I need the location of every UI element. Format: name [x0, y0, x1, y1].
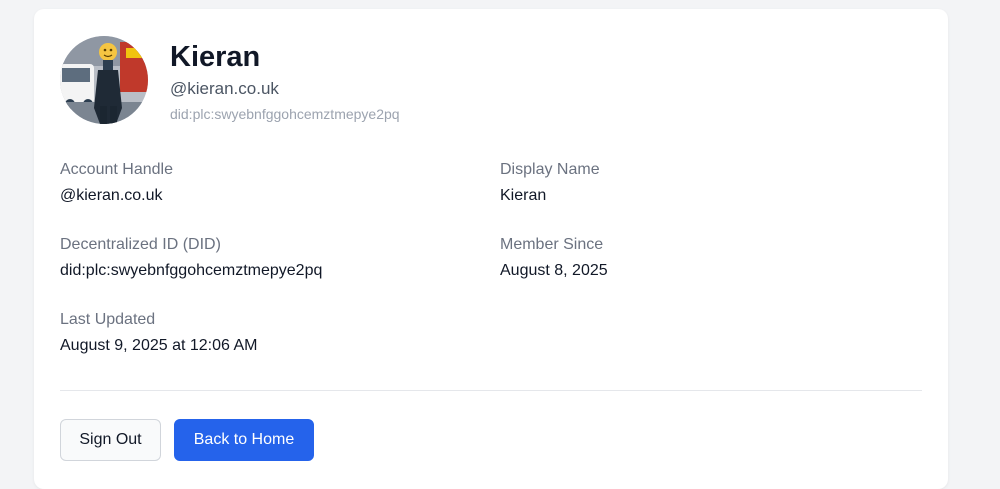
profile-did: did:plc:swyebnfggohcemztmepye2pq	[170, 106, 400, 122]
field-value: Kieran	[500, 187, 547, 204]
profile-header: Kieran @kieran.co.uk did:plc:swyebnfggoh…	[60, 36, 400, 124]
avatar-photo	[60, 36, 148, 124]
back-to-home-button[interactable]: Back to Home	[174, 419, 314, 461]
profile-handle: @kieran.co.uk	[170, 79, 279, 98]
field-member-since: Member Since August 8, 2025	[500, 235, 608, 281]
field-value: August 8, 2025	[500, 262, 608, 279]
divider	[60, 390, 922, 391]
field-did: Decentralized ID (DID) did:plc:swyebnfgg…	[60, 235, 322, 281]
avatar	[60, 36, 148, 124]
profile-card: Kieran @kieran.co.uk did:plc:swyebnfggoh…	[34, 9, 948, 489]
field-label: Last Updated	[60, 311, 156, 328]
sign-out-button[interactable]: Sign Out	[60, 419, 161, 461]
field-label: Member Since	[500, 236, 604, 253]
field-value: @kieran.co.uk	[60, 187, 163, 204]
field-account-handle: Account Handle @kieran.co.uk	[60, 160, 173, 206]
field-label: Account Handle	[60, 161, 173, 178]
field-value: did:plc:swyebnfggohcemztmepye2pq	[60, 262, 323, 279]
profile-identity: Kieran @kieran.co.uk did:plc:swyebnfggoh…	[170, 36, 400, 123]
field-last-updated: Last Updated August 9, 2025 at 12:06 AM	[60, 310, 257, 356]
field-label: Display Name	[500, 161, 600, 178]
field-value: August 9, 2025 at 12:06 AM	[60, 337, 258, 354]
profile-name: Kieran	[170, 41, 261, 73]
field-label: Decentralized ID (DID)	[60, 236, 221, 253]
field-display-name: Display Name Kieran	[500, 160, 600, 206]
